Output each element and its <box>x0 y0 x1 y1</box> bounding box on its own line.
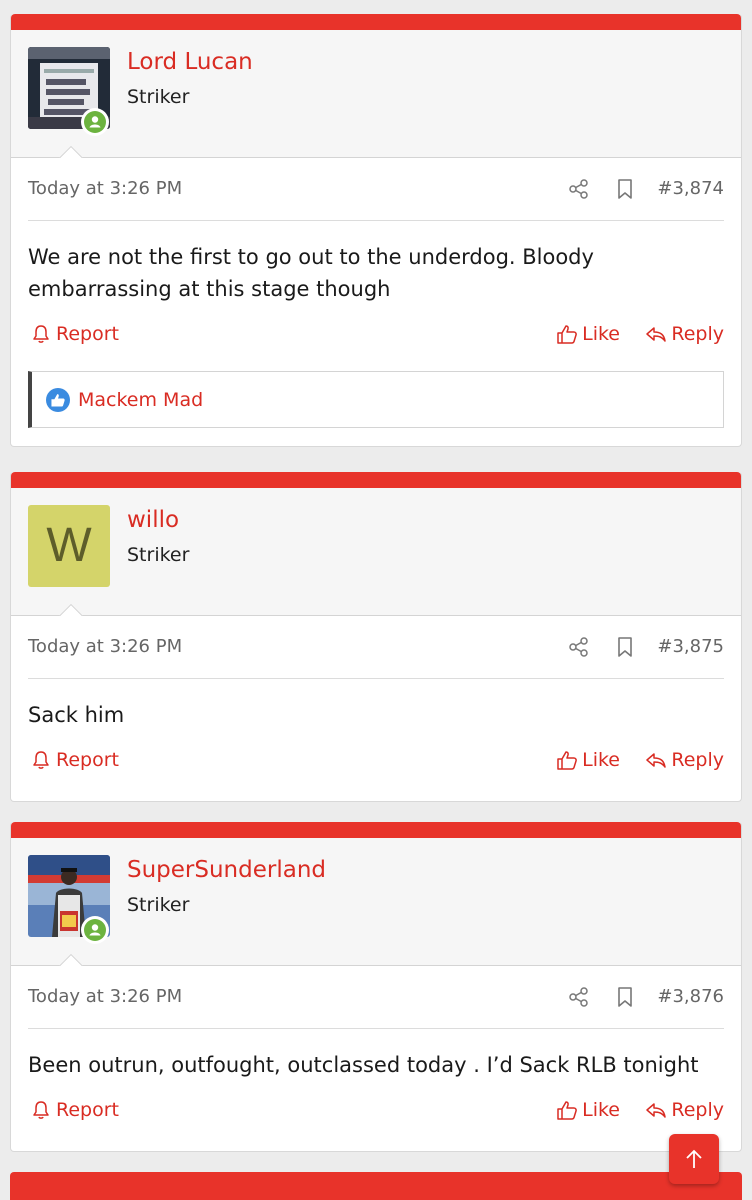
post-user-header: W willo Striker <box>11 488 741 616</box>
message-arrow <box>57 952 85 966</box>
post-number-link[interactable]: #3,875 <box>657 636 724 657</box>
user-name-link[interactable]: willo <box>127 507 179 533</box>
post-user-header: SuperSunderland Striker <box>11 838 741 966</box>
user-title: Striker <box>127 86 190 108</box>
next-post-accent-bar <box>10 1172 742 1200</box>
post: SuperSunderland Striker Today at 3:26 PM… <box>10 822 742 1152</box>
bookmark-icon[interactable] <box>614 636 636 658</box>
reactions-bar[interactable]: Mackem Mad <box>28 371 724 428</box>
thumbs-up-icon <box>557 325 577 344</box>
post-message: Sack him <box>28 703 125 727</box>
reply-arrow-icon <box>646 327 667 342</box>
share-icon[interactable] <box>568 178 590 200</box>
share-icon[interactable] <box>568 986 590 1008</box>
like-reaction-icon <box>46 387 70 412</box>
online-status-icon <box>81 108 109 136</box>
reply-arrow-icon <box>646 753 667 768</box>
reply-button[interactable]: Reply <box>645 323 724 345</box>
post-timestamp-link[interactable]: Today at 3:26 PM <box>28 986 182 1007</box>
bell-icon <box>33 325 49 343</box>
like-button[interactable]: Like <box>556 323 620 345</box>
like-button[interactable]: Like <box>556 749 620 771</box>
user-name-link[interactable]: Lord Lucan <box>127 49 253 75</box>
message-arrow <box>57 144 85 158</box>
post-actions: Report Like Reply <box>28 1081 724 1151</box>
post-timestamp-link[interactable]: Today at 3:26 PM <box>28 636 182 657</box>
post-accent-bar <box>11 822 741 838</box>
message-arrow <box>57 602 85 616</box>
online-status-icon <box>81 916 109 944</box>
reply-label: Reply <box>671 1099 724 1121</box>
report-label: Report <box>56 749 119 771</box>
post-meta: Today at 3:26 PM #3,875 <box>28 616 724 679</box>
post-actions: Report Like Reply <box>28 305 724 365</box>
bookmark-icon[interactable] <box>614 178 636 200</box>
reply-arrow-icon <box>646 1103 667 1118</box>
report-button[interactable]: Report <box>30 749 119 771</box>
scroll-to-top-button[interactable] <box>669 1134 719 1184</box>
post-message: Been outrun, outfought, outclassed today… <box>28 1053 699 1077</box>
arrow-up-icon <box>686 1149 702 1168</box>
reply-label: Reply <box>671 323 724 345</box>
reply-button[interactable]: Reply <box>645 749 724 771</box>
user-title: Striker <box>127 894 190 916</box>
post-user-header: Lord Lucan Striker <box>11 30 741 158</box>
post-actions: Report Like Reply <box>28 731 724 801</box>
bell-icon <box>33 751 49 769</box>
post: Lord Lucan Striker Today at 3:26 PM #3,8… <box>10 14 742 447</box>
post-accent-bar <box>11 472 741 488</box>
like-label: Like <box>582 1099 620 1121</box>
report-label: Report <box>56 1099 119 1121</box>
report-label: Report <box>56 323 119 345</box>
user-title: Striker <box>127 544 190 566</box>
post-meta: Today at 3:26 PM #3,874 <box>28 158 724 221</box>
post: W willo Striker Today at 3:26 PM #3,875 … <box>10 472 742 802</box>
post-number-link[interactable]: #3,874 <box>657 178 724 199</box>
user-name-link[interactable]: SuperSunderland <box>127 857 326 883</box>
like-label: Like <box>582 323 620 345</box>
reply-button[interactable]: Reply <box>645 1099 724 1121</box>
post-meta: Today at 3:26 PM #3,876 <box>28 966 724 1029</box>
post-accent-bar <box>11 14 741 30</box>
bookmark-icon[interactable] <box>614 986 636 1008</box>
thumbs-up-icon <box>557 1101 577 1120</box>
reactor-name-link[interactable]: Mackem Mad <box>78 389 203 411</box>
like-button[interactable]: Like <box>556 1099 620 1121</box>
post-number-link[interactable]: #3,876 <box>657 986 724 1007</box>
post-message: We are not the first to go out to the un… <box>28 245 594 301</box>
report-button[interactable]: Report <box>30 323 119 345</box>
share-icon[interactable] <box>568 636 590 658</box>
reply-label: Reply <box>671 749 724 771</box>
bell-icon <box>33 1101 49 1119</box>
report-button[interactable]: Report <box>30 1099 119 1121</box>
avatar[interactable]: W <box>28 505 110 587</box>
like-label: Like <box>582 749 620 771</box>
thumbs-up-icon <box>557 751 577 770</box>
post-timestamp-link[interactable]: Today at 3:26 PM <box>28 178 182 199</box>
